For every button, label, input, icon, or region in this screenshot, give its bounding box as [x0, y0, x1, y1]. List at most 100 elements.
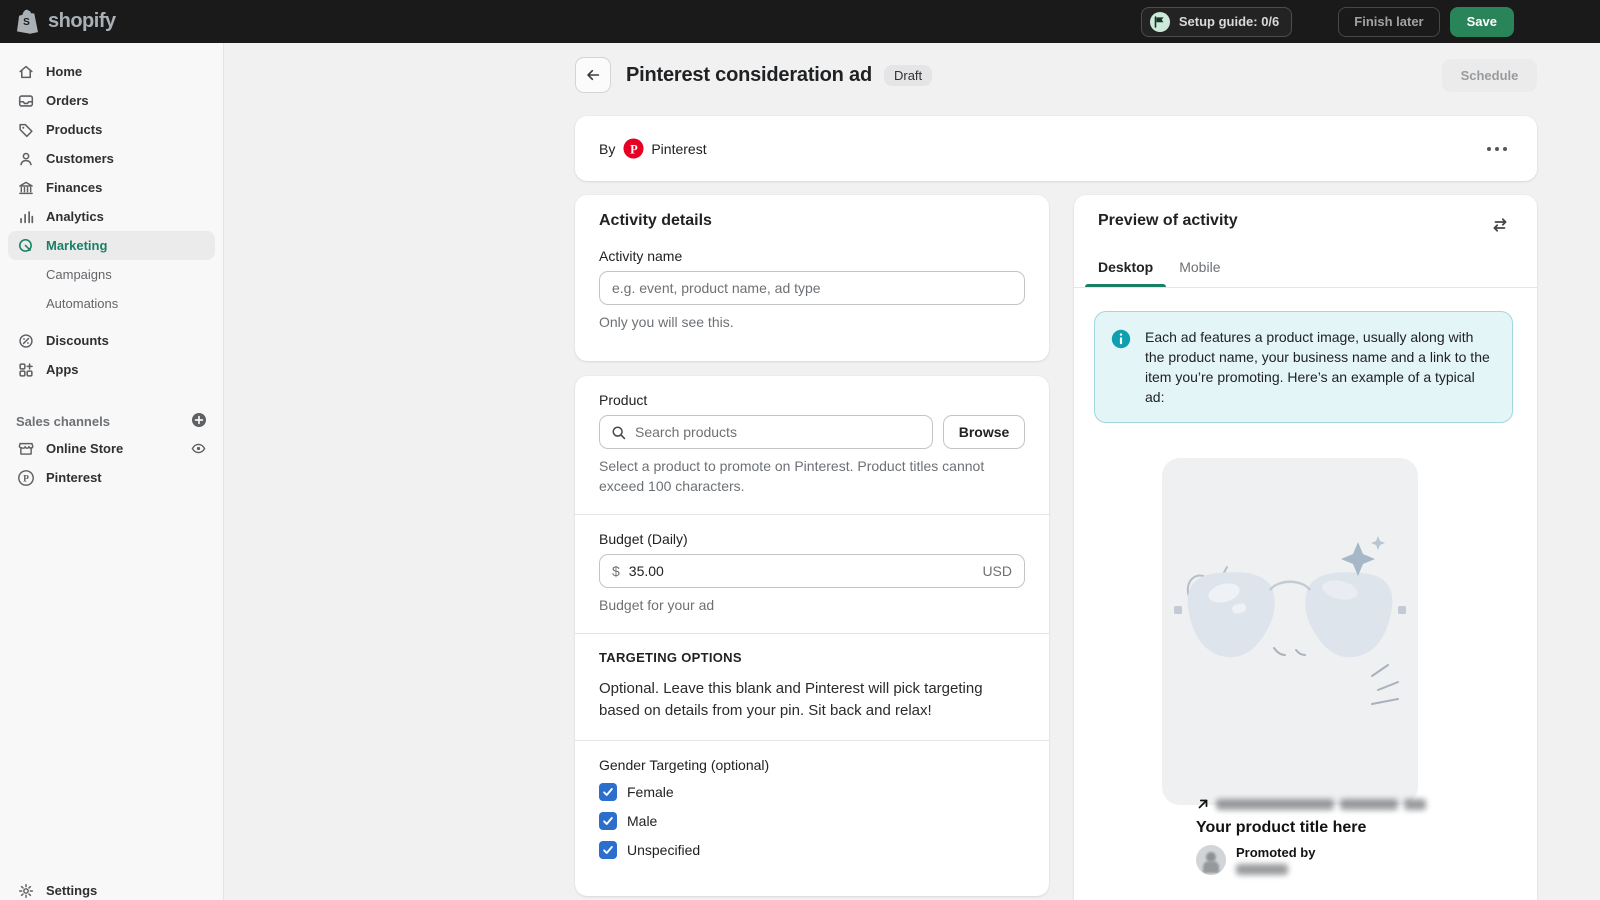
sidebar-item-marketing[interactable]: Marketing	[8, 231, 215, 260]
view-store-icon[interactable]	[190, 440, 207, 457]
byline-name: Pinterest	[651, 141, 706, 157]
sidebar-item-online-store[interactable]: Online Store	[8, 434, 215, 463]
currency-suffix: USD	[982, 563, 1012, 579]
budget-label: Budget (Daily)	[599, 531, 1025, 547]
marketing-icon	[16, 236, 36, 256]
budget-help: Budget for your ad	[599, 595, 1025, 615]
shopify-admin: S shopify Setup guide: 0/6 Finish later …	[0, 0, 1600, 900]
add-channel-icon[interactable]	[191, 412, 207, 431]
preview-heading: Preview of activity	[1098, 212, 1238, 230]
activity-details-card: Activity details Activity name Only you …	[575, 195, 1049, 361]
finish-later-button[interactable]: Finish later	[1338, 7, 1439, 37]
pinterest-logo-icon: P	[623, 138, 644, 159]
byline-prefix: By	[599, 141, 615, 157]
shopify-bag-icon: S	[16, 8, 41, 35]
checkbox-unspecified[interactable]: Unspecified	[599, 840, 1025, 860]
shopify-wordmark: shopify	[48, 10, 116, 33]
sidebar-item-settings[interactable]: Settings	[8, 876, 215, 900]
ad-form-card: Product Browse Select a product to promo…	[575, 376, 1049, 896]
currency-prefix: $	[612, 563, 620, 579]
sidebar-item-campaigns[interactable]: Campaigns	[8, 260, 215, 289]
product-help: Select a product to promote on Pinterest…	[599, 456, 1025, 496]
customers-icon	[16, 149, 36, 169]
promoted-by-label: Promoted by	[1236, 845, 1315, 860]
sidebar-item-automations[interactable]: Automations	[8, 289, 215, 318]
orders-icon	[16, 91, 36, 111]
pin-product-title: Your product title here	[1196, 819, 1506, 837]
blurred-link-text	[1404, 799, 1426, 810]
status-badge: Draft	[884, 65, 932, 86]
browse-button[interactable]: Browse	[943, 415, 1025, 449]
activity-details-heading: Activity details	[599, 212, 1025, 230]
blurred-link-text	[1340, 799, 1398, 810]
activity-name-help: Only you will see this.	[599, 312, 1025, 332]
blurred-link-text	[1216, 799, 1334, 810]
sales-channels-header: Sales channels	[8, 408, 215, 434]
schedule-button[interactable]: Schedule	[1442, 59, 1537, 92]
product-label: Product	[599, 392, 1025, 408]
storefront-icon	[16, 439, 36, 459]
sidebar-item-orders[interactable]: Orders	[8, 86, 215, 115]
swap-preview-icon[interactable]	[1487, 212, 1513, 243]
home-icon	[16, 62, 36, 82]
checkbox-checked-icon	[599, 783, 617, 801]
arrow-up-right-icon	[1196, 797, 1210, 811]
svg-text:P: P	[23, 474, 29, 484]
gender-targeting-section: Gender Targeting (optional) Female Male …	[575, 741, 1049, 878]
shopify-logo[interactable]: S shopify	[16, 8, 116, 35]
page-header: Pinterest consideration ad Draft Schedul…	[575, 57, 1537, 93]
targeting-heading: TARGETING OPTIONS	[599, 650, 1025, 665]
apps-icon	[16, 360, 36, 380]
targeting-options-section: TARGETING OPTIONS Optional. Leave this b…	[575, 634, 1049, 740]
product-search-input[interactable]	[635, 424, 922, 440]
back-button[interactable]	[575, 57, 611, 93]
svg-text:P: P	[630, 142, 638, 156]
flag-icon	[1150, 12, 1170, 32]
sidebar-item-products[interactable]: Products	[8, 115, 215, 144]
pin-meta: Your product title here Promoted by	[1196, 796, 1506, 875]
finances-icon	[16, 178, 36, 198]
sidebar-item-customers[interactable]: Customers	[8, 144, 215, 173]
sunglasses-illustration	[1162, 458, 1418, 805]
promoter-avatar	[1196, 845, 1226, 875]
pin-link-row	[1196, 796, 1506, 812]
search-icon	[610, 424, 627, 441]
activity-name-label: Activity name	[599, 248, 1025, 264]
page-title: Pinterest consideration ad	[626, 64, 872, 87]
activity-name-input[interactable]	[612, 280, 1012, 296]
targeting-description: Optional. Leave this blank and Pinterest…	[599, 678, 1025, 722]
main-area: Pinterest consideration ad Draft Schedul…	[224, 43, 1600, 900]
sidebar-item-discounts[interactable]: Discounts	[8, 326, 215, 355]
svg-text:S: S	[23, 17, 30, 28]
tab-desktop[interactable]: Desktop	[1085, 259, 1166, 287]
sidebar-item-analytics[interactable]: Analytics	[8, 202, 215, 231]
products-icon	[16, 120, 36, 140]
setup-guide-label: Setup guide: 0/6	[1179, 14, 1279, 29]
discounts-icon	[16, 331, 36, 351]
checkbox-checked-icon	[599, 812, 617, 830]
preview-tabs: Desktop Mobile	[1085, 259, 1537, 287]
blurred-promoter-name	[1236, 864, 1288, 875]
analytics-icon	[16, 207, 36, 227]
back-arrow-icon	[584, 66, 602, 84]
checkbox-checked-icon	[599, 841, 617, 859]
checkbox-male[interactable]: Male	[599, 811, 1025, 831]
setup-guide-button[interactable]: Setup guide: 0/6	[1141, 7, 1292, 37]
sidebar-item-home[interactable]: Home	[8, 57, 215, 86]
preview-card: Preview of activity Desktop Mobile Each …	[1074, 195, 1537, 900]
budget-input[interactable]	[629, 563, 974, 579]
example-pin-image	[1162, 458, 1418, 805]
tab-mobile[interactable]: Mobile	[1166, 259, 1233, 287]
sidebar-item-pinterest[interactable]: P Pinterest	[8, 463, 215, 492]
info-icon	[1111, 329, 1131, 349]
sidebar-item-finances[interactable]: Finances	[8, 173, 215, 202]
budget-section: Budget (Daily) $ USD Budget for your ad	[575, 515, 1049, 633]
save-button[interactable]: Save	[1450, 7, 1514, 37]
byline-card: By P Pinterest	[575, 116, 1537, 181]
top-bar: S shopify Setup guide: 0/6 Finish later …	[0, 0, 1600, 43]
more-actions-icon[interactable]	[1481, 141, 1513, 157]
sidebar-item-apps[interactable]: Apps	[8, 355, 215, 384]
gear-icon	[16, 881, 36, 900]
sidebar: Home Orders Products Customers Finances …	[0, 43, 224, 900]
checkbox-female[interactable]: Female	[599, 782, 1025, 802]
